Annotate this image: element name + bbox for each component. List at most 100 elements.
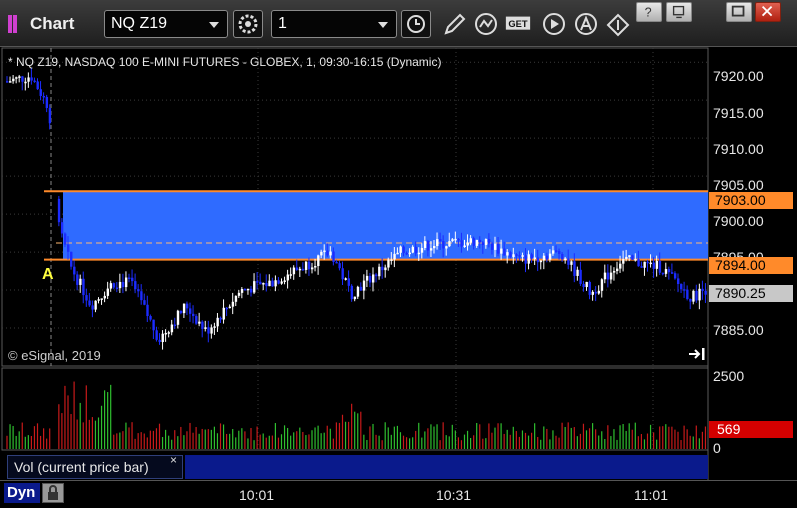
candle-body bbox=[402, 246, 405, 253]
maximize-button[interactable] bbox=[726, 2, 752, 22]
volume-study-label[interactable]: Vol (current price bar) bbox=[7, 455, 183, 479]
candle-body bbox=[487, 239, 491, 244]
candle-body bbox=[311, 267, 314, 270]
cursor-icon[interactable] bbox=[604, 11, 632, 39]
candle-body bbox=[643, 261, 646, 268]
candle-body bbox=[112, 283, 116, 288]
candle-body bbox=[686, 289, 689, 299]
candle-body bbox=[121, 281, 125, 288]
price-tick: 7910.00 bbox=[713, 141, 764, 157]
candle-body bbox=[585, 281, 588, 288]
candle-body bbox=[381, 266, 384, 271]
lock-button[interactable] bbox=[42, 483, 64, 503]
settings-button[interactable] bbox=[233, 10, 263, 38]
get-icon[interactable]: GET bbox=[504, 11, 532, 39]
candle-body bbox=[555, 250, 558, 252]
candle-body bbox=[677, 278, 680, 285]
alert-icon[interactable] bbox=[572, 11, 600, 39]
candle-body bbox=[500, 248, 503, 254]
candle-body bbox=[103, 295, 106, 299]
alert-marker[interactable]: A bbox=[42, 266, 54, 284]
candle-body bbox=[161, 333, 164, 343]
candle-body bbox=[237, 292, 241, 296]
candle-body bbox=[30, 77, 33, 81]
candle-body bbox=[48, 108, 52, 124]
candle-body bbox=[6, 81, 9, 83]
candle-body bbox=[350, 285, 354, 300]
price-zone bbox=[63, 191, 708, 260]
candle-body bbox=[118, 281, 122, 289]
candle-body bbox=[234, 295, 238, 302]
candle-body bbox=[454, 238, 457, 241]
restore-button[interactable] bbox=[666, 2, 692, 22]
candle-body bbox=[689, 298, 692, 302]
candle-body bbox=[21, 76, 24, 82]
candle-body bbox=[570, 261, 573, 265]
volume-tick: 2500 bbox=[713, 368, 745, 384]
candle-body bbox=[115, 287, 119, 290]
help-button[interactable]: ? bbox=[636, 2, 662, 22]
interval-dropdown[interactable]: 1 bbox=[271, 10, 397, 38]
candle-body bbox=[45, 96, 49, 109]
candle-body bbox=[436, 239, 439, 247]
candle-body bbox=[490, 243, 494, 250]
candle-body bbox=[228, 306, 232, 309]
candle-body bbox=[289, 274, 293, 276]
candle-body bbox=[448, 241, 451, 247]
window-title: Chart bbox=[30, 14, 75, 33]
candle-body bbox=[106, 288, 110, 296]
candle-body bbox=[85, 295, 88, 301]
toolbar: Chart NQ Z19 1 GET ? bbox=[0, 0, 797, 47]
candle-body bbox=[683, 289, 686, 291]
candle-body bbox=[298, 268, 302, 271]
candle-body bbox=[399, 246, 402, 253]
candle-body bbox=[640, 266, 643, 268]
candle-body bbox=[243, 288, 247, 291]
candle-body bbox=[527, 254, 530, 264]
candle-body bbox=[521, 255, 524, 257]
candle-body bbox=[698, 288, 701, 301]
lower-level-price-label[interactable]: 7894.00 bbox=[709, 257, 793, 274]
candle-body bbox=[594, 291, 598, 294]
candle-body bbox=[494, 243, 497, 250]
candle-body bbox=[603, 272, 607, 280]
candle-body bbox=[484, 239, 488, 245]
candle-body bbox=[393, 253, 396, 260]
candle-body bbox=[216, 317, 219, 327]
play-icon[interactable] bbox=[540, 11, 568, 39]
candle-body bbox=[207, 327, 210, 334]
candle-body bbox=[680, 284, 683, 290]
candle-body bbox=[320, 251, 323, 256]
candle-body bbox=[97, 299, 100, 301]
volume-tick: 0 bbox=[713, 440, 721, 456]
close-button[interactable] bbox=[755, 2, 781, 22]
svg-text:?: ? bbox=[645, 6, 652, 20]
candle-body bbox=[368, 275, 372, 283]
price-chart[interactable] bbox=[0, 47, 797, 480]
candle-body bbox=[692, 290, 695, 302]
candle-body bbox=[176, 310, 180, 325]
candle-body bbox=[280, 281, 283, 284]
upper-level-price-label[interactable]: 7903.00 bbox=[709, 192, 793, 209]
candle-body bbox=[497, 243, 500, 254]
symbol-dropdown[interactable]: NQ Z19 bbox=[104, 10, 228, 38]
candle-body bbox=[268, 280, 271, 287]
price-tick: 7900.00 bbox=[713, 213, 764, 229]
candle-body bbox=[655, 260, 659, 269]
studies-icon[interactable] bbox=[472, 11, 500, 39]
candle-body bbox=[225, 307, 228, 310]
scroll-to-end-icon[interactable] bbox=[688, 347, 706, 361]
dyn-button[interactable]: Dyn bbox=[4, 483, 40, 503]
candle-body bbox=[277, 280, 280, 284]
candle-body bbox=[567, 258, 570, 265]
candle-body bbox=[631, 255, 634, 260]
candle-body bbox=[481, 242, 485, 245]
close-study-icon[interactable]: × bbox=[170, 453, 177, 467]
time-axis[interactable] bbox=[0, 480, 797, 508]
candle-body bbox=[219, 317, 222, 320]
interval-value: 1 bbox=[278, 15, 287, 32]
pencil-icon[interactable] bbox=[440, 11, 468, 39]
time-button[interactable] bbox=[401, 10, 431, 38]
candle-body bbox=[506, 252, 509, 256]
candle-body bbox=[57, 198, 61, 223]
